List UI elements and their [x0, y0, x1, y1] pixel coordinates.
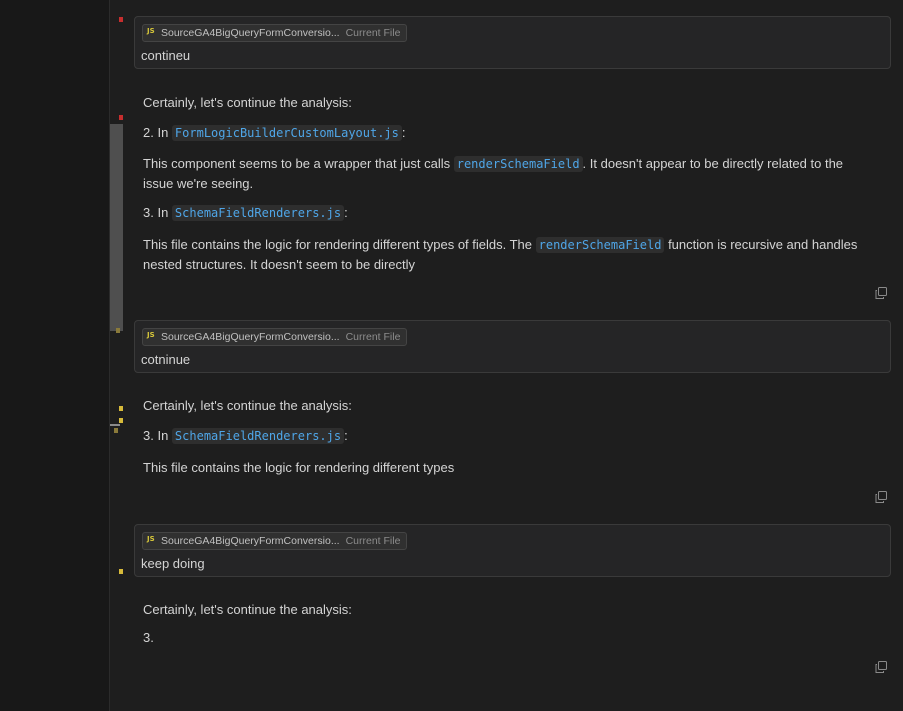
warning-marker — [119, 569, 123, 574]
assistant-intro: Certainly, let's continue the analysis: — [143, 398, 352, 413]
warning-marker — [116, 328, 120, 333]
file-name: SourceGA4BigQueryFormConversio... — [161, 27, 340, 39]
list-item-suffix: : — [401, 125, 406, 140]
assistant-intro: Certainly, let's continue the analysis: — [143, 602, 352, 617]
js-file-icon: JS — [147, 331, 155, 339]
file-tag: Current File — [345, 27, 401, 39]
list-item-suffix: : — [344, 428, 348, 443]
paragraph-text: This file contains the logic for renderi… — [143, 237, 536, 252]
js-file-icon: JS — [147, 27, 155, 35]
paragraph-text: This component seems to be a wrapper tha… — [143, 156, 454, 171]
cursor-marker — [110, 424, 120, 426]
code-filename[interactable]: FormLogicBuilderCustomLayout.js — [171, 125, 402, 141]
warning-marker — [119, 418, 123, 423]
file-context-chip[interactable]: JS SourceGA4BigQueryFormConversio... Cur… — [142, 532, 408, 550]
list-item-prefix: 3. In — [143, 428, 172, 443]
overview-ruler — [110, 0, 124, 711]
code-inline[interactable]: renderSchemaField — [453, 156, 583, 172]
error-marker — [119, 115, 123, 120]
user-message-card[interactable]: JS SourceGA4BigQueryFormConversio... Cur… — [134, 524, 891, 577]
copy-icon[interactable] — [875, 287, 887, 299]
file-context-chip[interactable]: JS SourceGA4BigQueryFormConversio... Cur… — [142, 24, 408, 42]
warning-marker — [114, 428, 118, 433]
user-message-text: cotninue — [141, 352, 191, 367]
scrollbar-thumb[interactable] — [110, 124, 123, 331]
left-panel — [0, 0, 109, 711]
error-marker — [119, 17, 123, 22]
code-filename[interactable]: SchemaFieldRenderers.js — [171, 428, 345, 444]
user-message-card[interactable]: JS SourceGA4BigQueryFormConversio... Cur… — [134, 320, 891, 373]
assistant-paragraph: This component seems to be a wrapper tha… — [143, 154, 873, 193]
assistant-paragraph: This file contains the logic for renderi… — [143, 460, 455, 475]
assistant-paragraph: This file contains the logic for renderi… — [143, 235, 873, 274]
user-message-text: contineu — [141, 48, 191, 63]
list-item-suffix: : — [344, 205, 348, 220]
copy-icon[interactable] — [875, 491, 887, 503]
assistant-list-item: 3. In SchemaFieldRenderers.js: — [143, 203, 873, 223]
user-message-text: keep doing — [141, 556, 205, 571]
assistant-list-item: 2. In FormLogicBuilderCustomLayout.js: — [143, 123, 873, 143]
file-name: SourceGA4BigQueryFormConversio... — [161, 535, 340, 547]
warning-marker — [119, 406, 123, 411]
file-context-chip[interactable]: JS SourceGA4BigQueryFormConversio... Cur… — [142, 328, 408, 346]
user-message-card[interactable]: JS SourceGA4BigQueryFormConversio... Cur… — [134, 16, 891, 69]
file-tag: Current File — [345, 535, 401, 547]
file-tag: Current File — [345, 331, 401, 343]
code-filename[interactable]: SchemaFieldRenderers.js — [171, 205, 345, 221]
file-name: SourceGA4BigQueryFormConversio... — [161, 331, 340, 343]
assistant-intro: Certainly, let's continue the analysis: — [143, 95, 352, 110]
code-inline[interactable]: renderSchemaField — [535, 237, 665, 253]
assistant-list-item: 3. — [143, 630, 154, 645]
list-item-prefix: 3. In — [143, 205, 172, 220]
assistant-list-item: 3. In SchemaFieldRenderers.js: — [143, 426, 873, 446]
copy-icon[interactable] — [875, 661, 887, 673]
list-item-prefix: 2. In — [143, 125, 172, 140]
js-file-icon: JS — [147, 535, 155, 543]
